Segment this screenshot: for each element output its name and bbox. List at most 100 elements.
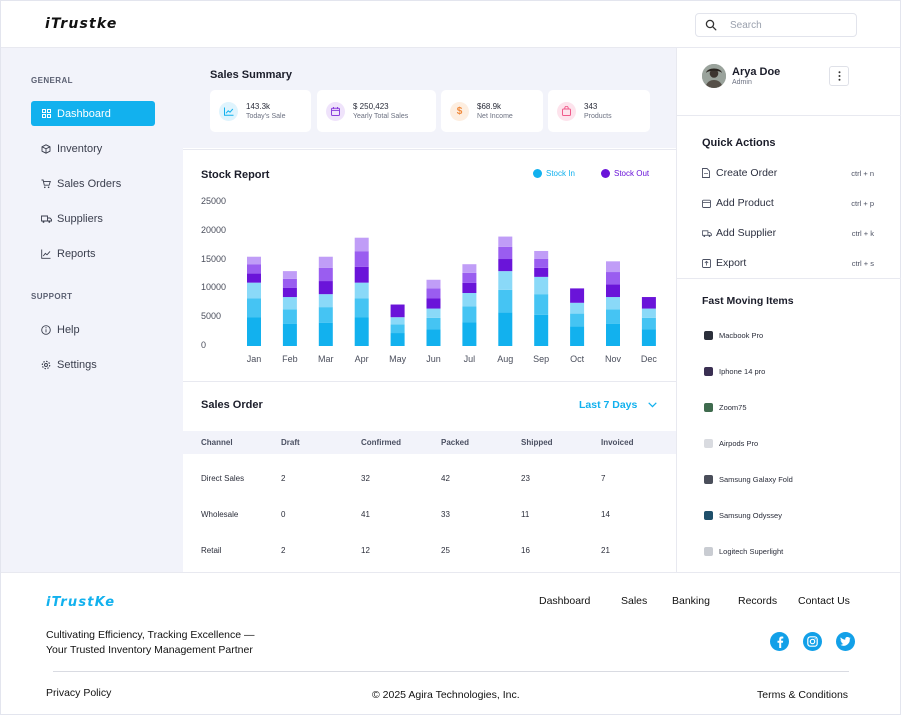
footer-link-contact-us[interactable]: Contact Us xyxy=(798,595,850,607)
bar-stock-in-aug[interactable] xyxy=(498,312,513,346)
bar-stock-out-jan[interactable] xyxy=(247,273,261,283)
bar-stock-out-aug[interactable] xyxy=(498,259,513,272)
facebook-icon[interactable] xyxy=(770,632,789,651)
bar-stock-in-apr[interactable] xyxy=(354,298,369,318)
bar-stock-out-nov[interactable] xyxy=(606,284,620,298)
bar-stock-out-sep[interactable] xyxy=(534,258,549,268)
sidebar-item-help[interactable]: Help xyxy=(31,317,155,342)
bar-stock-in-mar[interactable] xyxy=(318,307,333,323)
bar-stock-in-apr[interactable] xyxy=(354,282,369,299)
bar-stock-out-sep[interactable] xyxy=(534,250,549,259)
footer-link-sales[interactable]: Sales xyxy=(621,595,647,607)
quick-action-create-order[interactable]: Create Order ctrl + n xyxy=(702,165,874,181)
bar-stock-out-apr[interactable] xyxy=(354,266,369,283)
sidebar-item-dashboard[interactable]: Dashboard xyxy=(31,101,155,126)
list-item[interactable]: Logitech Superlight xyxy=(702,545,783,558)
list-item[interactable]: Iphone 14 pro xyxy=(702,365,765,378)
bar-stock-in-mar[interactable] xyxy=(318,322,333,346)
summary-card-net-income[interactable]: $ $68.9k Net Income xyxy=(441,90,543,132)
bar-stock-in-jul[interactable] xyxy=(462,322,477,346)
bar-stock-out-mar[interactable] xyxy=(318,256,333,268)
summary-card-products[interactable]: 343 Products xyxy=(548,90,650,132)
sidebar-item-settings[interactable]: Settings xyxy=(31,352,155,377)
bar-stock-in-nov[interactable] xyxy=(606,309,620,324)
bar-stock-out-aug[interactable] xyxy=(498,246,513,260)
bar-stock-in-aug[interactable] xyxy=(498,271,513,290)
column-header[interactable]: Channel xyxy=(201,438,233,447)
bar-stock-out-aug[interactable] xyxy=(498,236,513,247)
bar-stock-in-oct[interactable] xyxy=(570,313,585,327)
footer-link-records[interactable]: Records xyxy=(738,595,777,607)
bar-stock-out-feb[interactable] xyxy=(282,287,297,298)
bar-stock-in-nov[interactable] xyxy=(606,323,620,346)
bar-stock-in-jun[interactable] xyxy=(426,329,441,346)
bar-stock-in-jul[interactable] xyxy=(462,293,477,307)
summary-card-today-sale[interactable]: 143.3k Today's Sale xyxy=(210,90,311,132)
bar-stock-in-feb[interactable] xyxy=(282,297,297,310)
bar-stock-out-jul[interactable] xyxy=(462,282,477,294)
footer-link-banking[interactable]: Banking xyxy=(672,595,710,607)
bar-stock-in-may[interactable] xyxy=(390,333,405,346)
bar-stock-in-oct[interactable] xyxy=(570,326,585,346)
bar-stock-in-jun[interactable] xyxy=(426,317,441,330)
bar-stock-in-apr[interactable] xyxy=(354,317,369,346)
bar-stock-out-apr[interactable] xyxy=(354,237,369,252)
list-item[interactable]: Samsung Odyssey xyxy=(702,509,782,522)
app-logo[interactable]: iTrustke xyxy=(45,16,118,32)
sidebar-item-sales-orders[interactable]: Sales Orders xyxy=(31,171,155,196)
summary-card-yearly-sales[interactable]: $ 250,423 Yearly Total Sales xyxy=(317,90,436,132)
twitter-icon[interactable] xyxy=(836,632,855,651)
list-item[interactable]: Airpods Pro xyxy=(702,437,758,450)
bar-stock-in-dec[interactable] xyxy=(641,308,656,318)
sidebar-item-inventory[interactable]: Inventory xyxy=(31,136,155,161)
quick-action-add-supplier[interactable]: Add Supplier ctrl + k xyxy=(702,225,874,241)
column-header[interactable]: Confirmed xyxy=(361,438,401,447)
bar-stock-in-jan[interactable] xyxy=(247,317,261,346)
bar-stock-out-mar[interactable] xyxy=(318,281,333,295)
bar-stock-out-jun[interactable] xyxy=(426,279,441,289)
avatar[interactable] xyxy=(702,64,726,88)
list-item[interactable]: Samsung Galaxy Fold xyxy=(702,473,793,486)
bar-stock-in-aug[interactable] xyxy=(498,289,513,313)
bar-stock-in-oct[interactable] xyxy=(570,302,585,314)
column-header[interactable]: Packed xyxy=(441,438,469,447)
bar-stock-in-may[interactable] xyxy=(390,317,405,325)
list-item[interactable]: Zoom75 xyxy=(702,401,747,414)
quick-action-export[interactable]: Export ctrl + s xyxy=(702,255,874,271)
instagram-icon[interactable] xyxy=(803,632,822,651)
privacy-policy-link[interactable]: Privacy Policy xyxy=(46,687,111,699)
more-options-button[interactable] xyxy=(829,66,849,86)
bar-stock-out-nov[interactable] xyxy=(606,272,620,285)
bar-stock-out-feb[interactable] xyxy=(282,271,297,279)
bar-stock-in-may[interactable] xyxy=(390,324,405,334)
quick-action-add-product[interactable]: Add Product ctrl + p xyxy=(702,195,874,211)
bar-stock-in-nov[interactable] xyxy=(606,297,620,310)
bar-stock-out-jan[interactable] xyxy=(247,256,261,265)
bar-stock-out-feb[interactable] xyxy=(282,278,297,288)
bar-stock-in-feb[interactable] xyxy=(282,309,297,324)
column-header[interactable]: Draft xyxy=(281,438,300,447)
bar-stock-in-jan[interactable] xyxy=(247,298,261,318)
bar-stock-out-dec[interactable] xyxy=(641,297,656,309)
bar-stock-in-sep[interactable] xyxy=(534,294,549,315)
date-filter-dropdown[interactable]: Last 7 Days xyxy=(579,399,658,411)
terms-link[interactable]: Terms & Conditions xyxy=(757,689,848,701)
column-header[interactable]: Invoiced xyxy=(601,438,633,447)
search-box[interactable] xyxy=(695,13,857,37)
bar-stock-out-jul[interactable] xyxy=(462,264,477,273)
bar-stock-out-jul[interactable] xyxy=(462,272,477,283)
bar-stock-out-apr[interactable] xyxy=(354,251,369,267)
bar-stock-out-nov[interactable] xyxy=(606,261,620,273)
search-input[interactable] xyxy=(730,17,850,33)
bar-stock-in-mar[interactable] xyxy=(318,294,333,308)
bar-stock-out-oct[interactable] xyxy=(570,288,585,303)
sidebar-item-reports[interactable]: Reports xyxy=(31,241,155,266)
bar-stock-in-feb[interactable] xyxy=(282,323,297,346)
footer-link-dashboard[interactable]: Dashboard xyxy=(539,595,590,607)
bar-stock-out-sep[interactable] xyxy=(534,267,549,277)
bar-stock-out-jan[interactable] xyxy=(247,264,261,274)
column-header[interactable]: Shipped xyxy=(521,438,553,447)
bar-stock-out-jun[interactable] xyxy=(426,298,441,309)
bar-stock-out-jun[interactable] xyxy=(426,288,441,299)
sidebar-item-suppliers[interactable]: Suppliers xyxy=(31,206,155,231)
